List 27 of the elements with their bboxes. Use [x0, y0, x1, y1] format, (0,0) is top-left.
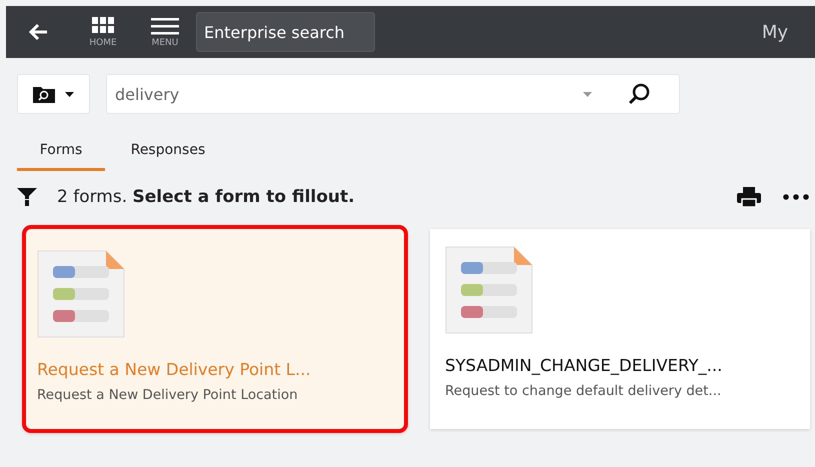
- back-icon[interactable]: [28, 23, 48, 41]
- tab[interactable]: Responses: [105, 142, 231, 171]
- form-document-icon: [445, 246, 533, 334]
- search-icon[interactable]: [628, 83, 650, 105]
- form-title: SYSADMIN_CHANGE_DELIVERY_...: [445, 356, 724, 375]
- more-icon[interactable]: [783, 194, 809, 200]
- nav-button[interactable]: MENU: [134, 16, 196, 48]
- grid-icon: [92, 16, 114, 34]
- menu-icon: [151, 16, 179, 34]
- folder-search-icon: [33, 85, 55, 103]
- form-title: Request a New Delivery Point L...: [37, 360, 312, 379]
- status-message: 2 forms. Select a form to fillout.: [57, 187, 355, 207]
- caret-icon: [65, 92, 74, 96]
- nav-button[interactable]: HOME: [72, 16, 134, 48]
- tab[interactable]: Forms: [17, 142, 105, 171]
- print-icon[interactable]: [737, 187, 761, 207]
- caret-icon[interactable]: [583, 92, 592, 96]
- form-card[interactable]: Request a New Delivery Point L... Request a New Delivery Point Location: [22, 225, 408, 433]
- folder-dropdown[interactable]: [17, 74, 90, 114]
- filter-icon[interactable]: [17, 187, 37, 207]
- form-description: Request to change default delivery det...: [445, 383, 722, 399]
- form-document-icon: [37, 250, 125, 338]
- form-card[interactable]: SYSADMIN_CHANGE_DELIVERY_... Request to change default delivery det...: [430, 229, 810, 429]
- enterprise-search-button[interactable]: Enterprise search: [196, 12, 375, 52]
- form-description: Request a New Delivery Point Location: [37, 387, 299, 403]
- user-menu[interactable]: My: [762, 22, 788, 42]
- search-field[interactable]: delivery: [106, 74, 680, 114]
